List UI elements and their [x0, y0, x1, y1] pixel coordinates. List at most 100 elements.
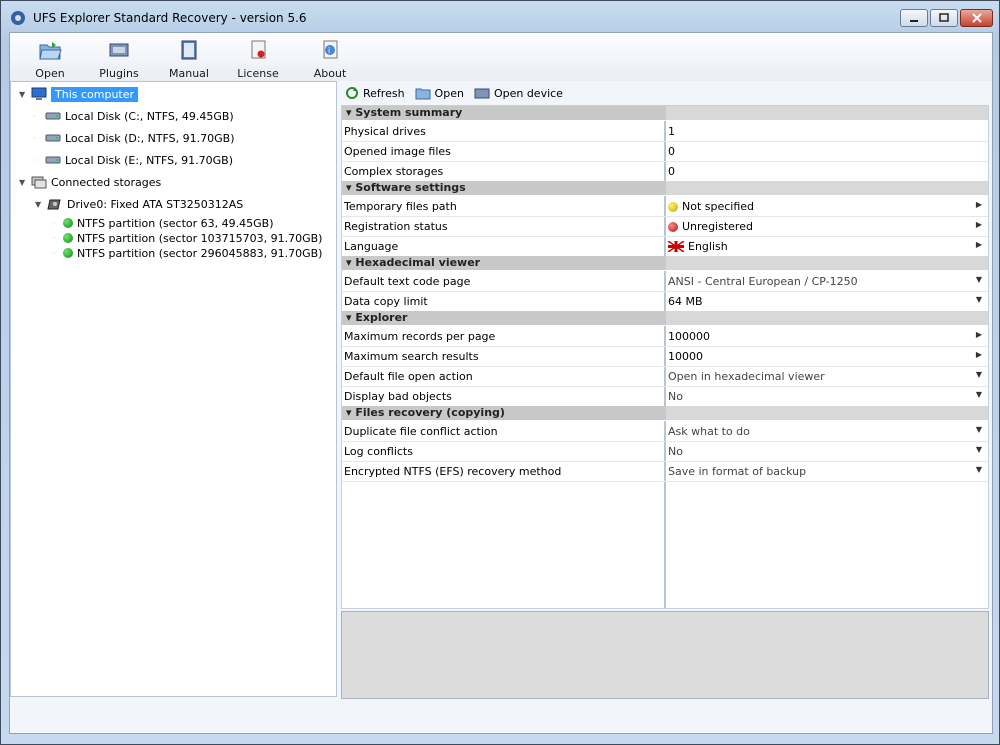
refresh-button[interactable]: Refresh	[345, 86, 405, 100]
property-row[interactable]: Registration status Unregistered ▶	[342, 216, 988, 237]
property-key: Log conflicts	[344, 445, 413, 458]
property-row[interactable]: Default file open action Open in hexadec…	[342, 366, 988, 387]
expand-right-icon[interactable]: ▶	[976, 350, 982, 359]
property-row[interactable]: Data copy limit 64 MB ▼	[342, 291, 988, 312]
section-title: ▾ Software settings	[346, 181, 466, 194]
tree-node-drive0[interactable]: ▼ Drive0: Fixed ATA ST3250312AS	[35, 195, 243, 213]
property-key: Default text code page	[344, 275, 471, 288]
open-device-button[interactable]: Open device	[474, 86, 563, 100]
property-value: 1	[668, 125, 675, 138]
toolbar-manual-button[interactable]: Manual	[159, 37, 219, 80]
property-row[interactable]: Opened image files 0	[342, 141, 988, 162]
tree-connector-icon: ·	[33, 155, 36, 165]
dropdown-arrow-icon[interactable]: ▼	[976, 390, 982, 399]
tree-node-disk-c[interactable]: · Local Disk (C:, NTFS, 49.45GB)	[33, 107, 234, 125]
expand-arrow-icon[interactable]: ▼	[35, 200, 45, 209]
section-header-software-settings[interactable]: ▾ Software settings	[342, 181, 988, 196]
section-header-explorer[interactable]: ▾ Explorer	[342, 311, 988, 326]
property-value: Save in format of backup	[668, 465, 807, 478]
section-header-fill	[666, 106, 988, 120]
tree-label-partition-2: NTFS partition (sector 103715703, 91.70G…	[77, 231, 323, 245]
property-key: Data copy limit	[344, 295, 428, 308]
property-key: Registration status	[344, 220, 448, 233]
partition-status-icon	[63, 218, 73, 228]
property-value: 10000	[668, 350, 703, 363]
hard-disk-icon	[45, 156, 61, 164]
property-row[interactable]: Default text code page ANSI - Central Eu…	[342, 271, 988, 292]
property-key: Temporary files path	[344, 200, 457, 213]
dropdown-arrow-icon[interactable]: ▼	[976, 465, 982, 474]
device-tree-panel[interactable]: ▼ This computer · Local Disk (C:, NTFS, …	[10, 81, 337, 697]
tree-connector-icon: ·	[53, 233, 56, 243]
open-device-label: Open device	[493, 86, 563, 100]
property-row[interactable]: Encrypted NTFS (EFS) recovery method Sav…	[342, 461, 988, 482]
dropdown-arrow-icon[interactable]: ▼	[976, 425, 982, 434]
plugins-icon	[109, 43, 129, 57]
tree-label-connected-storages: Connected storages	[51, 175, 162, 189]
open-button[interactable]: Open	[415, 86, 464, 100]
property-key: Maximum records per page	[344, 330, 496, 343]
expand-arrow-icon[interactable]: ▼	[19, 178, 29, 187]
toolbar-open-label: Open	[35, 67, 65, 80]
dropdown-arrow-icon[interactable]: ▼	[976, 295, 982, 304]
property-value: English	[688, 240, 728, 253]
property-row[interactable]: Display bad objects No ▼	[342, 386, 988, 407]
tree-connector-icon: ·	[33, 111, 36, 121]
toolbar-about-button[interactable]: i About	[300, 37, 360, 80]
hard-disk-icon	[45, 112, 61, 120]
section-header-system-summary[interactable]: ▾ System summary	[342, 106, 988, 121]
property-row[interactable]: Temporary files path Not specified ▶	[342, 196, 988, 217]
minimize-button[interactable]	[900, 9, 928, 27]
property-key: Encrypted NTFS (EFS) recovery method	[344, 465, 562, 478]
property-row[interactable]: Physical drives 1	[342, 121, 988, 142]
property-row[interactable]: Maximum search results 10000 ▶	[342, 346, 988, 367]
property-key: Physical drives	[344, 125, 426, 138]
property-row[interactable]: Language English ▶	[342, 236, 988, 257]
section-header-fill	[666, 256, 988, 270]
tree-connector-icon: ·	[33, 133, 36, 143]
about-icon: i	[323, 40, 338, 59]
property-value: Open in hexadecimal viewer	[668, 370, 825, 383]
expand-right-icon[interactable]: ▶	[976, 240, 982, 249]
properties-toolbar: Refresh Open Open device	[339, 81, 992, 105]
storages-icon	[31, 176, 47, 189]
property-row[interactable]: Maximum records per page 100000 ▶	[342, 326, 988, 347]
refresh-icon	[346, 87, 358, 99]
property-value: Unregistered	[682, 220, 753, 233]
app-window: UFS Explorer Standard Recovery - version…	[0, 0, 1000, 745]
section-header-hex-viewer[interactable]: ▾ Hexadecimal viewer	[342, 256, 988, 271]
toolbar-open-button[interactable]: Open	[20, 37, 80, 80]
tree-connector-icon: ·	[53, 218, 56, 228]
toolbar-license-button[interactable]: License	[228, 37, 288, 80]
property-row[interactable]: Complex storages 0	[342, 161, 988, 182]
property-value: 0	[668, 145, 675, 158]
tree-node-disk-d[interactable]: · Local Disk (D:, NTFS, 91.70GB)	[33, 129, 235, 147]
section-title: ▾ System summary	[346, 106, 463, 119]
property-row[interactable]: Duplicate file conflict action Ask what …	[342, 421, 988, 442]
tree-node-this-computer[interactable]: ▼ This computer	[19, 85, 139, 103]
dropdown-arrow-icon[interactable]: ▼	[976, 370, 982, 379]
property-row[interactable]: Log conflicts No ▼	[342, 441, 988, 462]
toolbar-about-label: About	[313, 67, 347, 80]
toolbar-plugins-button[interactable]: Plugins	[89, 37, 149, 80]
open-device-icon	[474, 88, 490, 99]
tree-label-disk-d: Local Disk (D:, NTFS, 91.70GB)	[65, 131, 235, 145]
section-title: ▾ Hexadecimal viewer	[346, 256, 481, 269]
property-key: Opened image files	[344, 145, 451, 158]
expand-arrow-icon[interactable]: ▼	[19, 90, 29, 99]
tree-node-connected-storages[interactable]: ▼ Connected storages	[19, 173, 161, 191]
maximize-button[interactable]	[930, 9, 958, 27]
title-bar[interactable]: UFS Explorer Standard Recovery - version…	[1, 1, 999, 33]
expand-right-icon[interactable]: ▶	[976, 220, 982, 229]
close-button[interactable]	[960, 9, 993, 27]
expand-right-icon[interactable]: ▶	[976, 330, 982, 339]
expand-right-icon[interactable]: ▶	[976, 200, 982, 209]
refresh-label: Refresh	[363, 86, 405, 100]
tree-node-partition-3[interactable]: · NTFS partition (sector 296045883, 91.7…	[53, 244, 322, 262]
section-title: ▾ Explorer	[346, 311, 408, 324]
toolbar-manual-label: Manual	[169, 67, 209, 80]
tree-node-disk-e[interactable]: · Local Disk (E:, NTFS, 91.70GB)	[33, 151, 233, 169]
dropdown-arrow-icon[interactable]: ▼	[976, 275, 982, 284]
dropdown-arrow-icon[interactable]: ▼	[976, 445, 982, 454]
section-header-files-recovery[interactable]: ▾ Files recovery (copying)	[342, 406, 988, 421]
